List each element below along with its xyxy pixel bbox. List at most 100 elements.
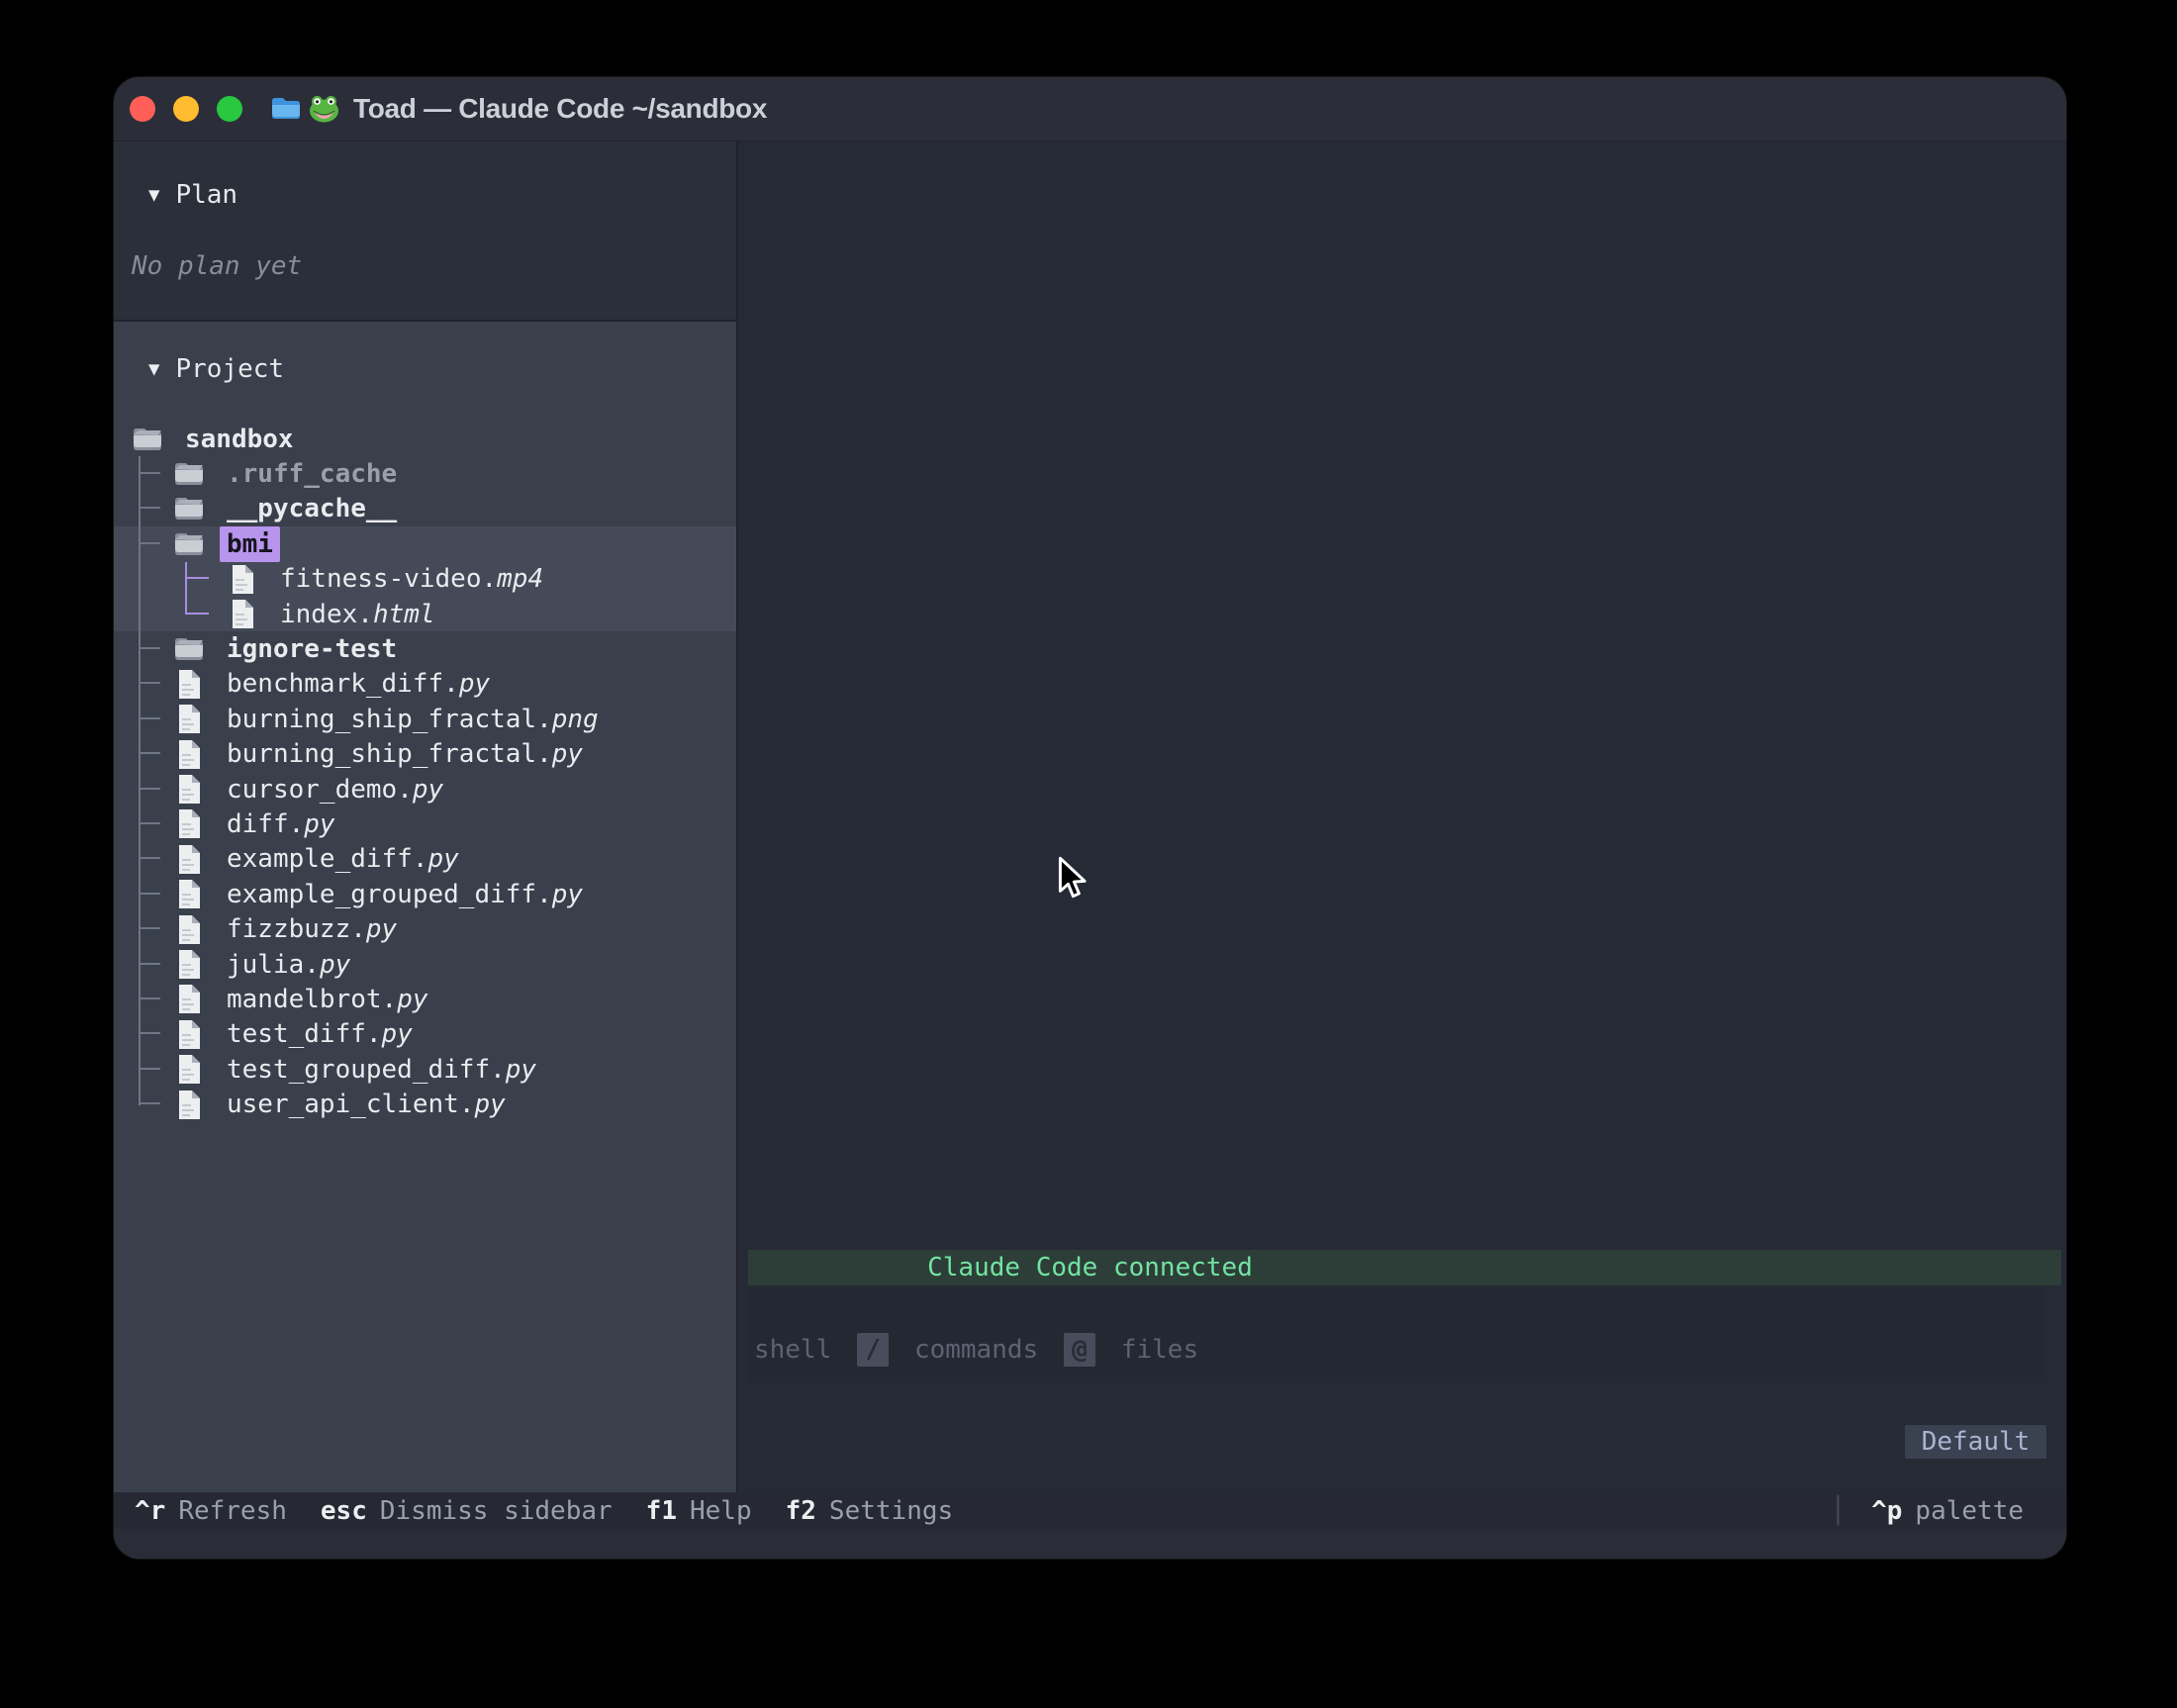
- file-icon: [173, 669, 205, 700]
- tree-file-example_grouped_diff[interactable]: example_grouped_diff.py: [114, 877, 736, 911]
- file-icon: [173, 844, 205, 875]
- tree-item-label: example_grouped_diff.py: [227, 880, 583, 909]
- tree-folder-.ruff_cache[interactable]: .ruff_cache: [114, 456, 736, 491]
- tree-item-label: __pycache__: [227, 494, 397, 523]
- plan-panel: ▼ Plan No plan yet: [114, 142, 736, 320]
- file-icon: [173, 808, 205, 839]
- tree-item-label: cursor_demo.py: [227, 775, 443, 805]
- tree-connector-selected: [185, 597, 209, 615]
- file-icon: [173, 949, 205, 980]
- tree-folder-__pycache__[interactable]: __pycache__: [114, 492, 736, 526]
- tree-item-label: fitness-video.mp4: [280, 564, 543, 594]
- tree-file-test_grouped_diff[interactable]: test_grouped_diff.py: [114, 1052, 736, 1087]
- tree-file-benchmark_diff[interactable]: benchmark_diff.py: [114, 667, 736, 702]
- tree-folder-sandbox[interactable]: sandbox: [114, 422, 736, 456]
- tree-item-label: sandbox: [185, 425, 294, 454]
- folder-icon: [173, 531, 205, 557]
- sidebar: ▼ Plan No plan yet ▼ Project sandbox.ruf…: [114, 142, 738, 1492]
- tree-file-example_diff[interactable]: example_diff.py: [114, 842, 736, 877]
- tree-item-label: example_diff.py: [227, 844, 459, 874]
- tree-file-julia[interactable]: julia.py: [114, 947, 736, 982]
- file-icon: [173, 914, 205, 945]
- tree-file-fizzbuzz[interactable]: fizzbuzz.py: [114, 911, 736, 946]
- mode-chip[interactable]: Default: [1905, 1425, 2046, 1459]
- tree-file-burning_ship_fractal[interactable]: burning_ship_fractal.png: [114, 702, 736, 736]
- tree-connector: [139, 1017, 160, 1035]
- file-icon: [173, 984, 205, 1014]
- tree-connector: [139, 772, 160, 790]
- tree-folder-ignore-test[interactable]: ignore-test: [114, 631, 736, 666]
- frog-icon: [309, 95, 339, 123]
- tree-file-mandelbrot[interactable]: mandelbrot.py: [114, 982, 736, 1016]
- project-section-header[interactable]: ▼ Project: [148, 351, 284, 387]
- file-icon: [173, 704, 205, 734]
- tree-connector: [139, 807, 160, 824]
- zoom-button[interactable]: [217, 96, 242, 122]
- shortcut-key: ^p: [1871, 1496, 1902, 1526]
- tree-folder-bmi[interactable]: bmi: [114, 526, 736, 561]
- tree-connector: [139, 456, 160, 474]
- tree-item-label: burning_ship_fractal.py: [227, 739, 583, 769]
- tree-item-label: bmi: [220, 526, 280, 562]
- tree-item-label: ignore-test: [227, 634, 397, 664]
- tree-file-test_diff[interactable]: test_diff.py: [114, 1017, 736, 1052]
- collapse-triangle-icon: ▼: [148, 358, 159, 380]
- tree-connector: [139, 667, 160, 685]
- shortcut-label: Settings: [829, 1496, 953, 1526]
- tree-connector: [139, 737, 160, 755]
- key-badge-files: @: [1064, 1333, 1095, 1367]
- prompt-hint-files: files: [1121, 1335, 1198, 1365]
- shortcut-dismiss-sidebar[interactable]: escDismiss sidebar: [321, 1496, 613, 1526]
- shortcut-palette[interactable]: ^ppalette: [1871, 1496, 2024, 1526]
- titlebar[interactable]: Toad — Claude Code ~/sandbox: [114, 77, 2066, 142]
- plan-section-header[interactable]: ▼ Plan: [148, 177, 237, 213]
- tree-file-diff[interactable]: diff.py: [114, 807, 736, 841]
- file-icon: [173, 739, 205, 770]
- shortcut-settings[interactable]: f2 Settings: [786, 1496, 954, 1526]
- window-title: Toad — Claude Code ~/sandbox: [353, 93, 767, 125]
- folder-icon: [173, 496, 205, 522]
- file-icon: [173, 1019, 205, 1050]
- folder-icon: [173, 461, 205, 487]
- tree-item-label: index.html: [280, 600, 435, 629]
- tree-connector: [139, 982, 160, 999]
- project-header-label: Project: [175, 354, 284, 384]
- tree-item-label: diff.py: [227, 809, 335, 839]
- tree-file-cursor_demo[interactable]: cursor_demo.py: [114, 772, 736, 807]
- app-window: Toad — Claude Code ~/sandbox ▼ Plan No p…: [114, 77, 2066, 1559]
- tree-connector: [139, 911, 160, 929]
- tree-connector: [139, 1087, 160, 1104]
- prompt-hint-shell: shell: [754, 1335, 831, 1365]
- tree-file-index[interactable]: index.html: [114, 597, 736, 631]
- shortcut-help[interactable]: f1 Help: [646, 1496, 752, 1526]
- folder-icon: [173, 636, 205, 662]
- tree-connector-selected: [185, 562, 209, 580]
- tree-connector: [139, 526, 160, 544]
- tree-file-fitness-video[interactable]: fitness-video.mp4: [114, 562, 736, 597]
- key-badge-commands: /: [857, 1333, 889, 1367]
- collapse-triangle-icon: ▼: [148, 184, 159, 206]
- file-icon: [173, 1054, 205, 1085]
- file-icon: [173, 1090, 205, 1120]
- footer-bar: ^r Refresh escDismiss sidebar f1 Help f2 Setti…: [114, 1492, 2066, 1559]
- shortcut-key: ^r: [135, 1496, 165, 1526]
- shortcut-label: Refresh: [178, 1496, 287, 1526]
- tree-connector: [139, 631, 160, 649]
- file-icon: [173, 879, 205, 909]
- minimize-button[interactable]: [173, 96, 199, 122]
- tree-connector: [139, 877, 160, 895]
- shortcut-refresh[interactable]: ^r Refresh: [135, 1496, 287, 1526]
- folder-icon: [132, 427, 163, 452]
- shortcut-label: Help: [690, 1496, 752, 1526]
- footer-divider: │: [1830, 1496, 1846, 1526]
- prompt-input[interactable]: shell/commands@files: [748, 1286, 2046, 1382]
- tree-connector: [139, 492, 160, 510]
- tree-file-burning_ship_fractal[interactable]: burning_ship_fractal.py: [114, 737, 736, 772]
- tree-file-user_api_client[interactable]: user_api_client.py: [114, 1087, 736, 1121]
- close-button[interactable]: [130, 96, 155, 122]
- footer-shortcuts-left: ^r Refresh escDismiss sidebar f1 Help f2 Setti…: [135, 1492, 987, 1529]
- shortcut-key: f2: [786, 1496, 816, 1526]
- shortcut-label: Dismiss sidebar: [380, 1496, 613, 1526]
- shortcut-key: f1: [646, 1496, 677, 1526]
- file-tree: sandbox.ruff_cache __pycache__bmifitness-…: [114, 422, 736, 1122]
